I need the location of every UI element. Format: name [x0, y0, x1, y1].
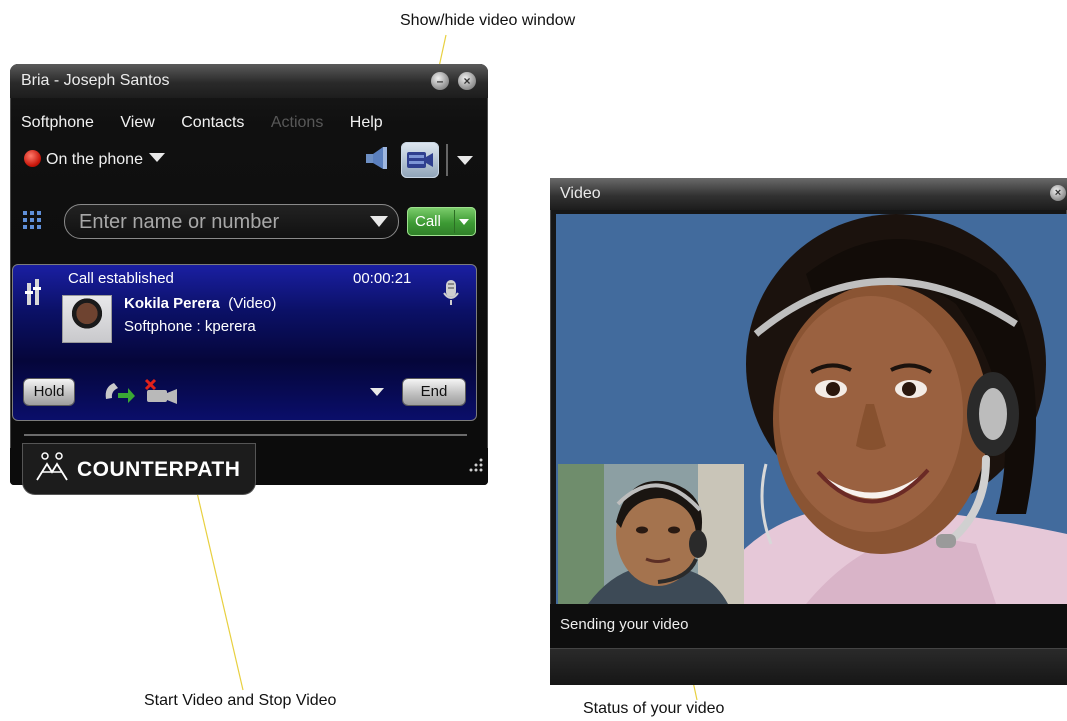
- call-type: (Video): [228, 295, 277, 312]
- menu-contacts[interactable]: Contacts: [181, 114, 244, 132]
- search-dropdown-icon[interactable]: [370, 216, 388, 227]
- show-hide-video-button[interactable]: [401, 142, 439, 178]
- remote-video-feed: [556, 214, 1067, 604]
- end-button[interactable]: End: [403, 379, 465, 405]
- brand-tab: COUNTERPATH: [23, 444, 255, 494]
- presence-label: On the phone: [46, 151, 143, 168]
- speaker-icon[interactable]: [363, 146, 389, 170]
- toolbar-separator: [446, 144, 448, 176]
- video-title-bar[interactable]: Video ×: [550, 178, 1067, 210]
- resize-grip-icon[interactable]: [466, 457, 484, 475]
- bria-title-bar[interactable]: Bria - Joseph Santos – ×: [10, 64, 488, 98]
- start-video-icon[interactable]: [144, 378, 180, 406]
- call-button-label: Call: [415, 213, 441, 230]
- video-options-dropdown-icon[interactable]: [457, 156, 473, 165]
- minimize-icon[interactable]: –: [431, 72, 449, 90]
- contact-account: Softphone : kperera: [124, 318, 256, 335]
- contact-name: Kokila Perera: [124, 295, 220, 312]
- contact-name-line: Kokila Perera (Video): [124, 295, 276, 312]
- video-icon: [407, 152, 433, 168]
- microphone-icon[interactable]: [443, 279, 459, 307]
- call-panel-dropdown-icon[interactable]: [370, 388, 384, 396]
- active-call-panel: Call established 00:00:21 Kokila Perera …: [12, 264, 477, 421]
- window-title: Bria - Joseph Santos: [21, 72, 170, 89]
- call-timer: 00:00:21: [353, 270, 412, 287]
- video-window: Video × Sending your video: [550, 178, 1067, 685]
- transfer-icon[interactable]: [102, 379, 136, 403]
- menu-help[interactable]: Help: [350, 114, 383, 132]
- close-icon[interactable]: ×: [458, 72, 476, 90]
- contact-avatar: [62, 295, 112, 343]
- menu-actions: Actions: [270, 114, 324, 131]
- bria-softphone-window: Bria - Joseph Santos – × Softphone View …: [10, 64, 488, 494]
- menu-bar: Softphone View Contacts Actions Help: [21, 114, 405, 134]
- counterpath-logo: [36, 452, 68, 481]
- video-status-bar: Sending your video: [550, 604, 1067, 648]
- close-icon[interactable]: ×: [1050, 185, 1066, 201]
- call-button-separator: [454, 210, 455, 233]
- presence-selector[interactable]: On the phone: [24, 150, 165, 169]
- dialpad-icon[interactable]: [23, 211, 41, 229]
- call-options-dropdown-icon[interactable]: [459, 219, 469, 225]
- video-window-title: Video: [560, 185, 601, 202]
- mute-icon[interactable]: [25, 277, 43, 307]
- menu-view[interactable]: View: [120, 114, 154, 132]
- video-window-footer: [550, 648, 1067, 685]
- divider: [24, 434, 467, 436]
- brand-name: COUNTERPATH: [77, 458, 241, 481]
- presence-icon: [24, 150, 41, 167]
- local-video-preview: [558, 464, 744, 604]
- chevron-down-icon: [148, 153, 165, 162]
- search-field: [64, 204, 399, 239]
- menu-softphone[interactable]: Softphone: [21, 114, 94, 132]
- hold-button[interactable]: Hold: [24, 379, 74, 405]
- call-status: Call established: [68, 270, 174, 287]
- video-status-text: Sending your video: [560, 616, 689, 633]
- call-button[interactable]: Call: [407, 207, 476, 236]
- search-input[interactable]: [77, 209, 361, 235]
